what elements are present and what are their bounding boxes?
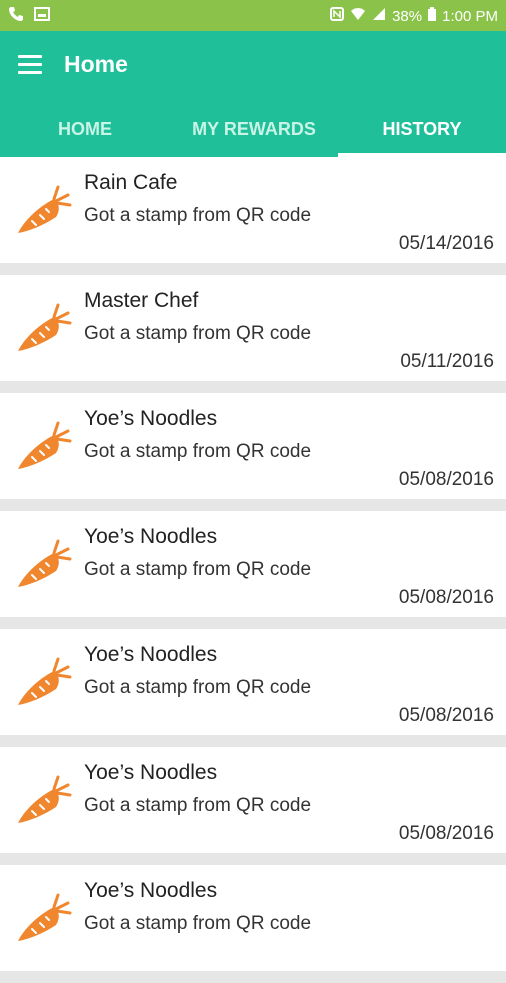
list-item[interactable]: Yoe’s Noodles Got a stamp from QR code 0… xyxy=(0,747,506,853)
tab-bar: HOME MY REWARDS HISTORY xyxy=(0,107,506,157)
tab-history[interactable]: HISTORY xyxy=(338,107,506,157)
activity-description: Got a stamp from QR code xyxy=(84,205,312,226)
activity-description: Got a stamp from QR code xyxy=(84,559,312,580)
wifi-icon xyxy=(350,7,366,25)
list-item[interactable]: Yoe’s Noodles Got a stamp from QR code 0… xyxy=(0,393,506,499)
store-name: Yoe’s Noodles xyxy=(84,525,218,548)
store-name: Yoe’s Noodles xyxy=(84,761,218,784)
list-item[interactable]: Rain Cafe Got a stamp from QR code 05/14… xyxy=(0,157,506,263)
battery-icon xyxy=(428,7,437,25)
status-bar: 38% 1:00 PM xyxy=(0,0,506,31)
carrot-icon xyxy=(14,181,72,239)
status-notifications xyxy=(8,6,50,26)
activity-date: 05/08/2016 xyxy=(398,705,494,726)
list-item[interactable]: Yoe’s Noodles Got a stamp from QR code 0… xyxy=(0,511,506,617)
activity-description: Got a stamp from QR code xyxy=(84,677,312,698)
activity-description: Got a stamp from QR code xyxy=(84,323,312,344)
image-notification-icon xyxy=(34,6,50,26)
store-name: Rain Cafe xyxy=(84,171,178,194)
tab-my-rewards[interactable]: MY REWARDS xyxy=(170,107,338,157)
activity-description: Got a stamp from QR code xyxy=(84,795,312,816)
activity-description: Got a stamp from QR code xyxy=(84,913,312,934)
carrot-icon xyxy=(14,771,72,829)
activity-date: 05/08/2016 xyxy=(398,823,494,844)
carrot-icon xyxy=(14,535,72,593)
page-title: Home xyxy=(64,51,128,77)
status-system: 38% 1:00 PM xyxy=(330,7,498,25)
carrot-icon xyxy=(14,653,72,711)
store-name: Yoe’s Noodles xyxy=(84,879,218,902)
activity-date: 05/08/2016 xyxy=(398,469,494,490)
phone-icon xyxy=(8,6,24,26)
nfc-icon xyxy=(330,7,345,25)
carrot-icon xyxy=(14,417,72,475)
list-item[interactable]: Yoe’s Noodles Got a stamp from QR code xyxy=(0,865,506,971)
store-name: Master Chef xyxy=(84,289,199,312)
app-bar: Home HOME MY REWARDS HISTORY xyxy=(0,31,506,157)
store-name: Yoe’s Noodles xyxy=(84,407,218,430)
carrot-icon xyxy=(14,299,72,357)
activity-date: 05/08/2016 xyxy=(398,587,494,608)
activity-date: 05/14/2016 xyxy=(398,233,494,254)
store-name: Yoe’s Noodles xyxy=(84,643,218,666)
tab-home[interactable]: HOME xyxy=(0,107,170,157)
battery-percent: 38% xyxy=(392,7,423,25)
list-item[interactable]: Master Chef Got a stamp from QR code 05/… xyxy=(0,275,506,381)
activity-date: 05/11/2016 xyxy=(400,351,494,372)
list-item[interactable]: Yoe’s Noodles Got a stamp from QR code 0… xyxy=(0,629,506,735)
carrot-icon xyxy=(14,889,72,947)
signal-icon xyxy=(372,7,386,25)
clock: 1:00 PM xyxy=(442,7,498,25)
history-list: Rain Cafe Got a stamp from QR code 05/14… xyxy=(0,157,506,983)
activity-description: Got a stamp from QR code xyxy=(84,441,312,462)
hamburger-menu-icon[interactable] xyxy=(18,55,42,75)
